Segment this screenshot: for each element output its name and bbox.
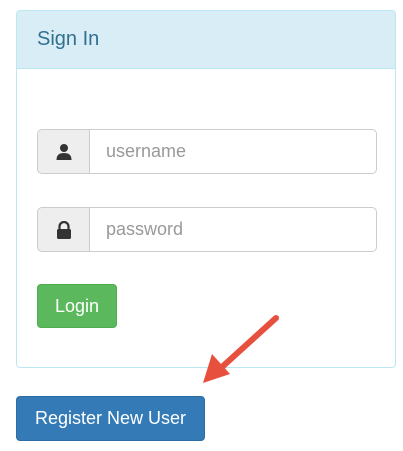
username-input-group: [37, 129, 377, 174]
register-new-user-button[interactable]: Register New User: [16, 396, 205, 441]
lock-icon: [37, 207, 89, 252]
sign-in-panel: Sign In Login: [16, 10, 396, 368]
password-input-group: [37, 207, 377, 252]
panel-heading: Sign In: [17, 11, 395, 69]
panel-title: Sign In: [37, 28, 100, 50]
sign-in-page: Sign In Login Register New User: [0, 0, 403, 451]
password-input[interactable]: [89, 207, 377, 252]
username-input[interactable]: [89, 129, 377, 174]
user-icon: [37, 129, 89, 174]
login-button[interactable]: Login: [37, 284, 117, 328]
